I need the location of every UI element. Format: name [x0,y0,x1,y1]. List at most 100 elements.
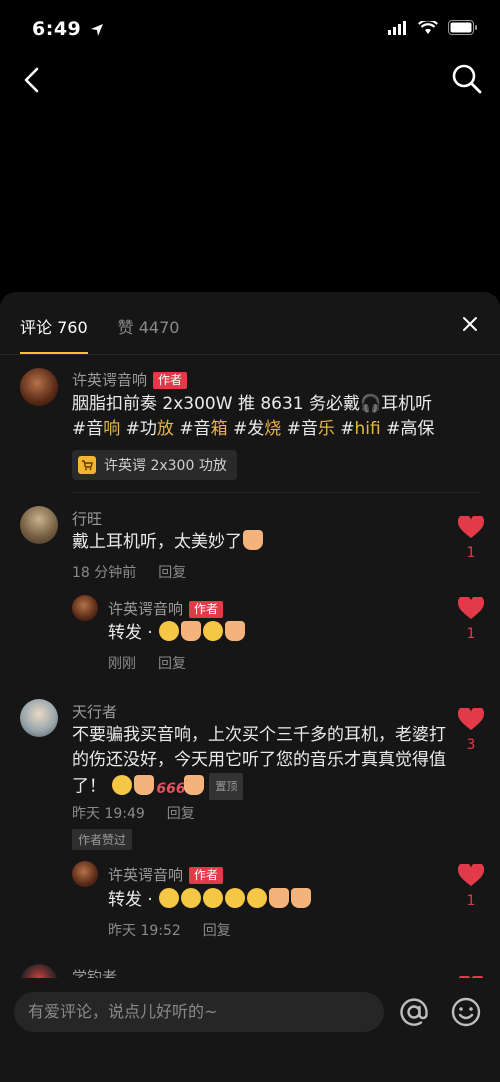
author-badge: 作者 [189,601,224,618]
comment-text-content: 戴上耳机听，太美妙了 [72,532,242,552]
reply-author-name: 许英谔音响 [108,600,184,618]
thumbs-up-emoji [225,621,246,641]
location-arrow-icon [91,23,104,36]
divider [72,492,480,493]
hashtag-link[interactable]: #hifi [340,419,380,439]
cellular-signal-icon [388,20,406,35]
reply-text-content: 转发 · [108,890,153,910]
commenter-name[interactable]: 行旺 [72,508,102,529]
comment-meta: 昨天 19:49 回复 [72,803,195,823]
author-badge: 作者 [189,867,224,884]
hashtag-link[interactable]: #高保 [386,419,434,439]
reply-button[interactable]: 回复 [167,806,195,822]
status-time: 6:49 [32,18,104,40]
comment-input[interactable]: 有爱评论，说点儿好听的~ [14,992,384,1032]
reply-button[interactable]: 回复 [203,923,231,939]
comment-tabs: 评论 760 赞 4470 [20,314,179,354]
post-hashtags: #音响 #功放 #音箱 #发烧 #音乐 #hifi #高保 [72,417,482,442]
tab-comments[interactable]: 评论 760 [20,314,88,354]
like-button[interactable]: 1 [457,862,485,909]
search-icon[interactable] [450,62,484,96]
back-arrow-icon[interactable] [16,64,48,96]
hashtag-text: #功 [125,419,157,439]
commenter-name[interactable]: 天行者 [72,701,117,722]
like-button[interactable]: 1 [457,514,485,561]
like-count: 1 [466,545,476,561]
comments-sheet: 评论 760 赞 4470 许英谔音响 作者 胭脂扣前奏 2x300W 推 863… [0,292,500,1082]
status-icons [388,20,478,35]
heart-icon [457,595,485,619]
hashtag-text: #发 [232,419,265,439]
thumbs-up-emoji [134,774,155,795]
hashtag-highlight: 烧 [264,419,282,439]
tabs-divider [0,354,500,355]
comment-time: 18 分钟前 [72,565,137,581]
like-count: 1 [466,893,476,909]
like-count: 3 [466,737,476,753]
avatar[interactable] [20,368,58,406]
post-text-line: 胭脂扣前奏 2x300W 推 8631 务必戴🎧耳机听 [72,394,433,414]
emoji-smile-icon[interactable] [448,994,484,1030]
smirk-emoji [225,888,246,908]
reply-author[interactable]: 许英谔音响 作者 [108,864,224,885]
hashtag-link[interactable]: #功放 [126,419,174,439]
hashtag-link[interactable]: #音乐 [287,419,335,439]
reply-text-content: 转发 · [108,623,153,643]
post-text: 胭脂扣前奏 2x300W 推 8631 务必戴🎧耳机听 #音响 #功放 #音箱 … [72,392,482,442]
hashtag-text: #音 [286,419,318,439]
at-mention-icon[interactable] [396,994,432,1030]
hashtag-highlight: hifi [354,419,381,439]
close-icon[interactable] [460,314,480,334]
comment-text: 戴上耳机听，太美妙了 [72,530,452,555]
thumbs-up-emoji [243,530,263,550]
status-bar: 6:49 [0,0,500,56]
status-time-text: 6:49 [32,18,82,40]
comment-text: 不要骗我买音响，上次买个三千多的耳机，老婆打的伤还没好，今天用它听了您的音乐才真… [72,723,447,800]
shopping-cart-icon [78,456,96,474]
reply-meta: 昨天 19:52 回复 [108,920,231,940]
avatar[interactable] [72,861,98,887]
author-liked-tag: 作者赞过 [72,829,133,850]
post-author-name: 许英谔音响 [72,371,148,389]
pinned-tag: 置顶 [209,773,244,800]
sweat-emoji [203,888,224,908]
laugh-emoji [247,888,268,908]
hashtag-link[interactable]: #音箱 [179,419,227,439]
battery-icon [448,20,477,35]
reply-author-name: 许英谔音响 [108,866,184,884]
laughing-tears-emoji [112,774,133,795]
product-chip[interactable]: 许英谔 2x300 功放 [72,450,237,480]
comment-input-bar: 有爱评论，说点儿好听的~ [0,978,500,1082]
grin-emoji [159,621,180,641]
hashtag-text: #高保 [386,419,435,439]
tab-likes[interactable]: 赞 4470 [118,314,180,354]
hashtag-text: # [340,419,355,439]
reply-meta: 刚刚 回复 [108,653,186,673]
post-author[interactable]: 许英谔音响 作者 [72,369,188,390]
hashtag-text: #音 [179,419,211,439]
reply-text: 转发 · [108,888,438,913]
comment-time: 昨天 19:49 [72,806,145,822]
shocked-emoji [203,621,224,641]
avatar[interactable] [20,506,58,544]
hashtag-highlight: 箱 [210,419,228,439]
reply-text: 转发 · [108,621,408,646]
reply-button[interactable]: 回复 [158,565,186,581]
like-count: 1 [466,626,476,642]
product-name: 许英谔 2x300 功放 [104,458,227,474]
comment-meta: 18 分钟前 回复 [72,562,186,582]
avatar[interactable] [72,595,98,621]
like-button[interactable]: 3 [457,706,485,753]
hashtag-link[interactable]: #发烧 [233,419,281,439]
clap-emoji [184,774,205,795]
laughing-tears-emoji [159,888,180,908]
avatar[interactable] [20,699,58,737]
hashtag-link[interactable]: #音响 [72,419,120,439]
like-button[interactable]: 1 [457,595,485,642]
thumbs-up-emoji [291,888,312,908]
reply-author[interactable]: 许英谔音响 作者 [108,598,224,619]
reply-time: 刚刚 [108,656,136,672]
reply-button[interactable]: 回复 [158,656,186,672]
heart-icon [457,706,485,730]
heart-icon [457,862,485,886]
